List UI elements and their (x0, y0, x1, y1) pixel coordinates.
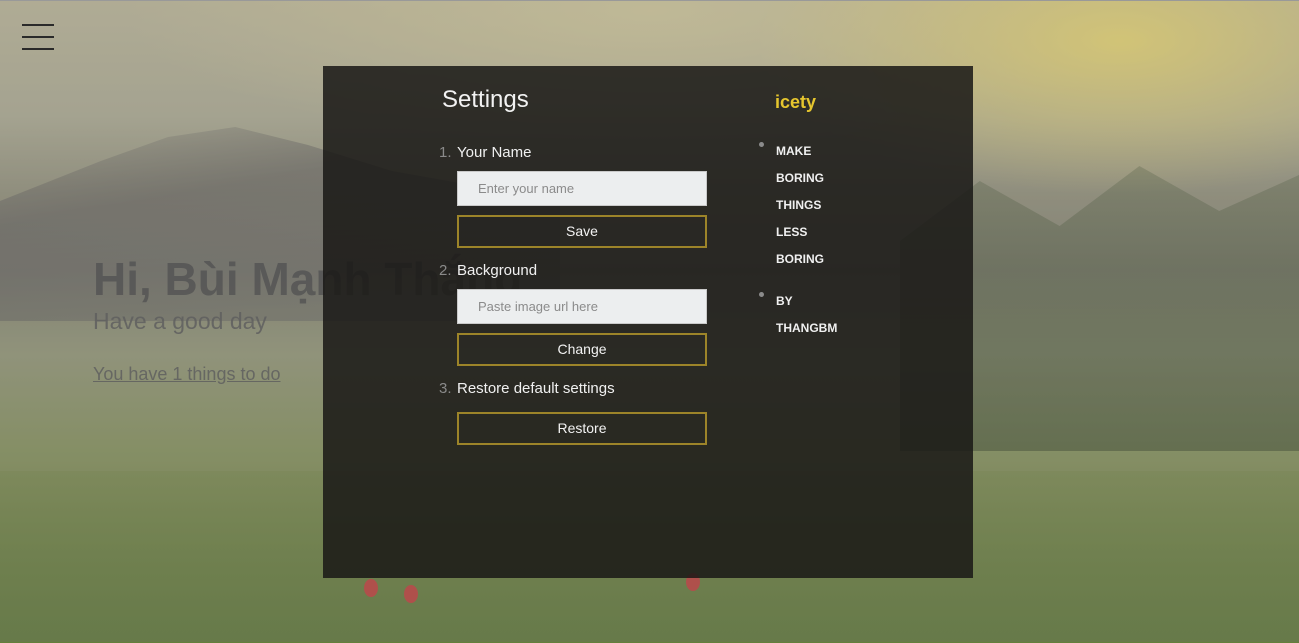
tagline-word: BORING (776, 171, 824, 185)
step-number: 3. (439, 380, 452, 397)
hamburger-menu-icon[interactable] (22, 24, 54, 50)
about-item-author: BY THANGBM (759, 288, 846, 342)
tagline-word: THINGS (776, 198, 822, 212)
about-item-tagline: MAKE BORING THINGS LESS BORING (759, 138, 846, 273)
step-label-your-name: Your Name (457, 144, 532, 161)
tagline-word: LESS (776, 225, 808, 239)
author-word: THANGBM (776, 321, 838, 335)
save-button[interactable]: Save (457, 215, 707, 248)
step-number: 2. (439, 262, 452, 279)
brand-logo-text: icety (775, 92, 817, 112)
change-background-button[interactable]: Change (457, 333, 707, 366)
about-list: MAKE BORING THINGS LESS BORING BY THANGB… (759, 138, 846, 357)
tagline-word: BORING (776, 252, 824, 266)
bullet-icon (759, 292, 764, 297)
bullet-icon (759, 142, 764, 147)
tagline-word: MAKE (776, 144, 812, 158)
author-word: BY (776, 294, 793, 308)
greeting-subtitle: Have a good day (93, 308, 267, 334)
step-label-background: Background (457, 262, 538, 279)
settings-title: Settings (442, 86, 529, 113)
settings-modal: Settings 1. Your Name Save 2. Background… (323, 66, 973, 578)
step-label-restore: Restore default settings (457, 380, 615, 397)
step-number: 1. (439, 144, 452, 161)
name-input[interactable] (457, 171, 707, 206)
background-url-input[interactable] (457, 289, 707, 324)
restore-button[interactable]: Restore (457, 412, 707, 445)
todo-count-link[interactable]: You have 1 things to do (93, 364, 281, 385)
